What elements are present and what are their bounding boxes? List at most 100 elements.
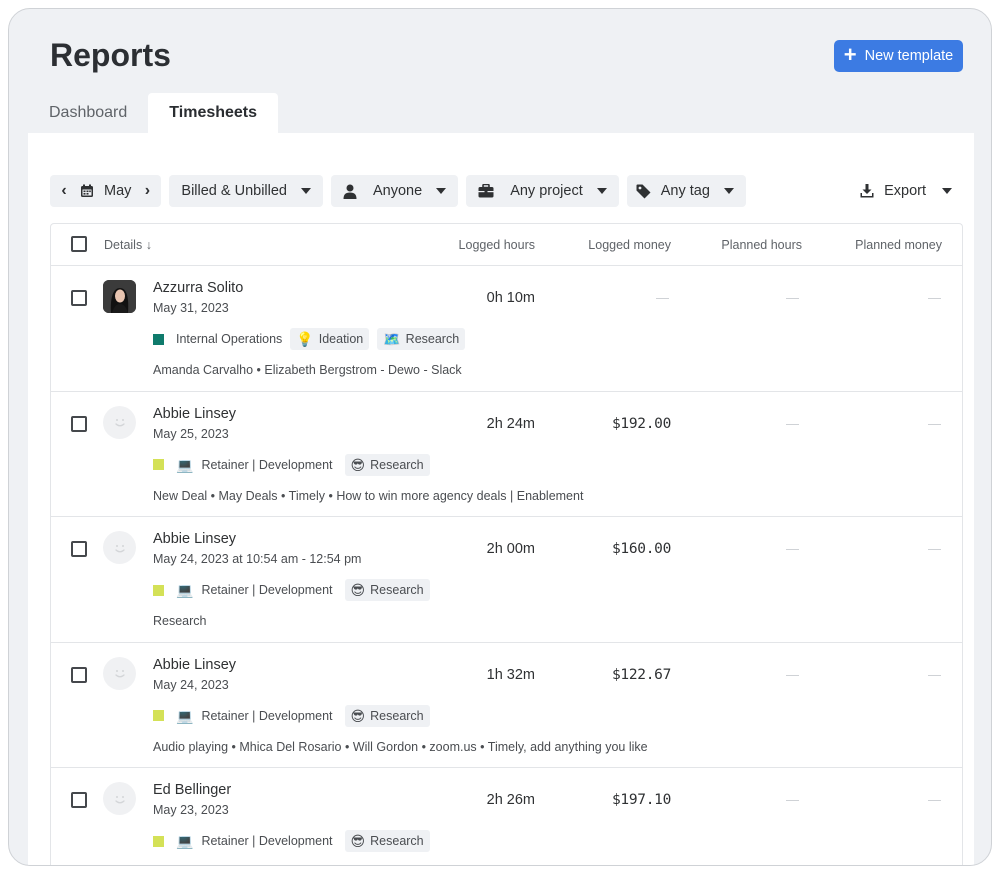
column-planned-hours[interactable]: Planned hours bbox=[721, 238, 802, 252]
empty-planned-hours bbox=[786, 423, 799, 425]
caret-down-icon bbox=[596, 188, 607, 194]
entry-date: May 25, 2023 bbox=[153, 426, 229, 441]
empty-planned-hours bbox=[786, 800, 799, 801]
export-label: Export bbox=[884, 183, 926, 199]
person-name: Abbie Linsey bbox=[153, 531, 237, 547]
smiley-icon bbox=[114, 419, 125, 427]
person-name: Azzurra Solito bbox=[153, 280, 244, 296]
row-checkbox[interactable] bbox=[71, 792, 87, 808]
entry-tags: 💻 Retainer | Development 😎 Research bbox=[153, 830, 430, 852]
tag-chip: 🗺️ Research bbox=[377, 328, 466, 350]
project-filter[interactable]: Any project bbox=[466, 175, 619, 207]
briefcase-icon bbox=[478, 184, 494, 198]
select-all-checkbox[interactable] bbox=[71, 236, 87, 252]
new-template-button[interactable]: + New template bbox=[834, 40, 963, 72]
project-label: Internal Operations bbox=[153, 332, 282, 346]
month-filter: ‹ May › bbox=[50, 175, 162, 207]
entry-date: May 24, 2023 at 10:54 am - 12:54 pm bbox=[153, 552, 362, 566]
avatar-photo-icon bbox=[103, 280, 136, 313]
logged-hours: 1h 32m bbox=[486, 666, 535, 683]
export-button[interactable]: Export bbox=[860, 175, 952, 207]
tag-chip: 😎 Research bbox=[344, 453, 430, 476]
laptop-icon: 💻 bbox=[176, 456, 194, 473]
column-logged-money[interactable]: Logged money bbox=[588, 238, 671, 252]
plus-icon: + bbox=[843, 42, 857, 67]
billing-filter-label: Billed & Unbilled bbox=[181, 183, 287, 199]
row-checkbox[interactable] bbox=[71, 415, 87, 432]
sort-arrow-icon: ↓ bbox=[145, 238, 152, 252]
empty-logged-money bbox=[656, 298, 669, 299]
logged-hours: 2h 24m bbox=[486, 415, 535, 432]
project-color-swatch bbox=[153, 584, 164, 596]
table-row[interactable]: Abbie Linsey May 24, 2023 at 10:54 am - … bbox=[51, 517, 962, 643]
entry-description: Audio playing • Mhica Del Rosario • Will… bbox=[153, 739, 648, 754]
chevron-right-icon[interactable]: › bbox=[141, 182, 153, 200]
table-row[interactable]: Azzurra Solito May 31, 2023 Internal Ope… bbox=[51, 266, 962, 392]
row-checkbox[interactable] bbox=[71, 541, 87, 557]
entry-date: May 23, 2023 bbox=[153, 803, 229, 817]
avatar bbox=[103, 782, 136, 815]
column-planned-money[interactable]: Planned money bbox=[855, 238, 942, 252]
tab-timesheets[interactable]: Timesheets bbox=[148, 93, 279, 133]
sunglasses-icon: 😎 bbox=[350, 582, 366, 598]
empty-planned-money bbox=[928, 800, 941, 801]
download-icon bbox=[860, 184, 874, 198]
logged-money: $160.00 bbox=[611, 541, 671, 557]
column-details[interactable]: Details ↓ bbox=[104, 238, 152, 252]
smiley-icon bbox=[114, 795, 125, 803]
timesheets-table: Details ↓ Logged hours Logged money Plan… bbox=[50, 223, 963, 865]
entry-tags: Internal Operations 💡 Ideation 🗺️ Resear… bbox=[153, 328, 466, 350]
table-row[interactable]: Ed Bellinger May 23, 2023 💻 Retainer | D… bbox=[51, 768, 962, 865]
avatar bbox=[103, 405, 136, 439]
avatar bbox=[103, 531, 136, 564]
person-filter-label: Anyone bbox=[373, 183, 423, 199]
entry-tags: 💻 Retainer | Development 😎 Research bbox=[153, 579, 430, 601]
table-row[interactable]: Abbie Linsey May 25, 2023 💻 Retainer | D… bbox=[51, 392, 962, 517]
empty-planned-hours bbox=[786, 298, 799, 299]
row-checkbox[interactable] bbox=[71, 666, 87, 683]
avatar bbox=[103, 656, 136, 690]
empty-planned-money bbox=[928, 423, 941, 425]
person-filter[interactable]: Anyone bbox=[331, 175, 459, 207]
tab-dashboard[interactable]: Dashboard bbox=[28, 93, 148, 133]
person-name: Abbie Linsey bbox=[153, 405, 237, 422]
person-name: Abbie Linsey bbox=[153, 656, 237, 673]
caret-down-icon bbox=[436, 188, 447, 194]
tag-chip: 💡 Ideation bbox=[290, 328, 370, 350]
logged-money: $192.00 bbox=[611, 415, 671, 432]
entry-description: Amanda Carvalho • Elizabeth Bergstrom - … bbox=[153, 363, 462, 377]
new-template-label: New template bbox=[864, 48, 954, 64]
project-label: 💻 Retainer | Development bbox=[153, 583, 333, 597]
entry-description: Research bbox=[153, 614, 207, 628]
logged-money: $122.67 bbox=[611, 666, 671, 683]
smiley-icon bbox=[114, 544, 125, 552]
empty-planned-money bbox=[928, 674, 941, 676]
table-row[interactable]: Abbie Linsey May 24, 2023 💻 Retainer | D… bbox=[51, 643, 962, 768]
project-filter-label: Any project bbox=[510, 183, 583, 199]
month-label[interactable]: May bbox=[104, 183, 131, 199]
laptop-icon: 💻 bbox=[176, 707, 194, 724]
entry-date: May 31, 2023 bbox=[153, 301, 229, 315]
empty-planned-hours bbox=[786, 549, 799, 550]
tag-chip: 😎 Research bbox=[344, 579, 430, 601]
project-label: 💻 Retainer | Development bbox=[153, 709, 333, 723]
map-icon: 🗺️ bbox=[383, 331, 401, 347]
page-title: Reports bbox=[50, 37, 171, 73]
billing-filter[interactable]: Billed & Unbilled bbox=[169, 175, 323, 207]
tab-bar: Dashboard Timesheets bbox=[28, 93, 279, 133]
avatar bbox=[103, 280, 136, 313]
logged-hours: 2h 26m bbox=[486, 792, 535, 808]
user-icon bbox=[343, 184, 357, 199]
caret-down-icon bbox=[723, 188, 734, 194]
empty-planned-hours bbox=[786, 674, 799, 676]
filter-bar: ‹ May › Billed & Unbilled Anyone Any pro… bbox=[50, 175, 746, 207]
entry-date: May 24, 2023 bbox=[153, 677, 229, 692]
tag-filter[interactable]: Any tag bbox=[626, 175, 746, 207]
column-logged-hours[interactable]: Logged hours bbox=[459, 238, 535, 252]
calendar-icon bbox=[81, 184, 93, 197]
row-checkbox[interactable] bbox=[71, 290, 87, 306]
entry-description: New Deal • May Deals • Timely • How to w… bbox=[153, 488, 584, 503]
entry-tags: 💻 Retainer | Development 😎 Research bbox=[153, 453, 430, 476]
chevron-left-icon[interactable]: ‹ bbox=[58, 182, 70, 200]
logged-hours: 2h 00m bbox=[486, 541, 535, 557]
